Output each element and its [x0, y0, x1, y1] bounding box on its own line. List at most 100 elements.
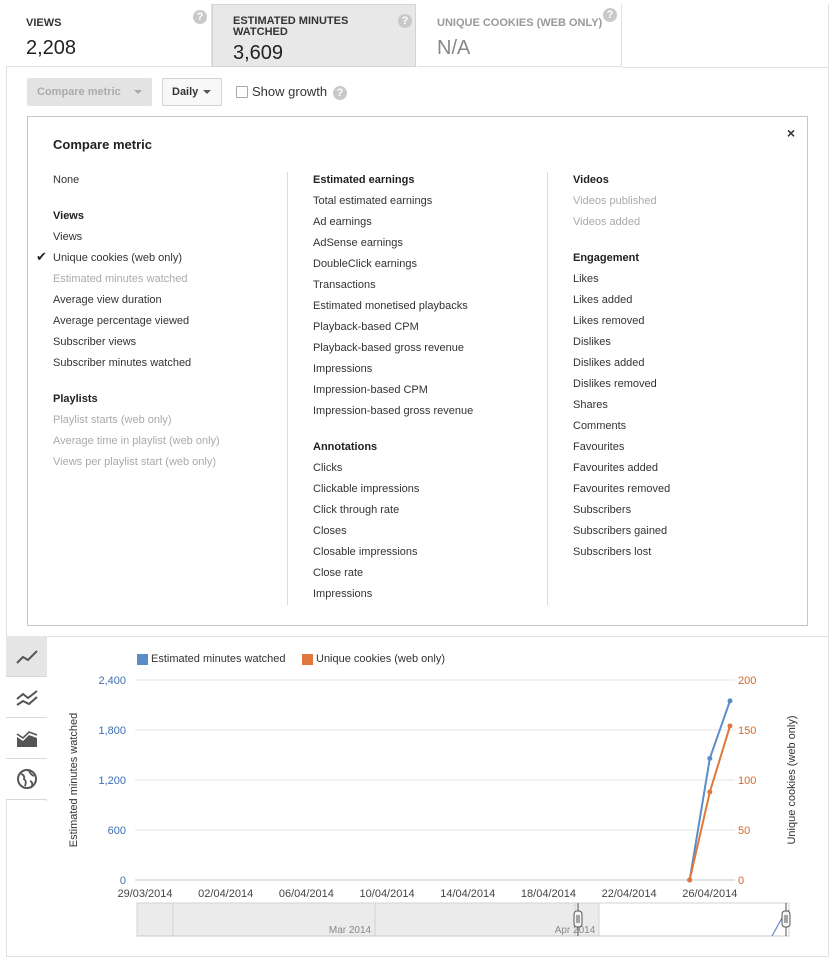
metric-option-none[interactable]: None: [53, 172, 220, 193]
metric-option-ad-earnings[interactable]: Ad earnings: [313, 214, 473, 235]
legend-label-estimated-minutes[interactable]: Estimated minutes watched: [151, 653, 286, 665]
metric-option-label: Favourites removed: [573, 483, 671, 495]
metric-option-dislikes-added[interactable]: Dislikes added: [573, 355, 670, 376]
metric-option-transactions[interactable]: Transactions: [313, 277, 473, 298]
metric-option-dislikes[interactable]: Dislikes: [573, 334, 670, 355]
metric-option-label: Subscribers lost: [573, 546, 652, 558]
metric-option-favourites-removed[interactable]: Favourites removed: [573, 481, 670, 502]
metric-option-label: Ad earnings: [313, 216, 372, 228]
metric-option-label: Unique cookies (web only): [53, 252, 183, 264]
metric-option-label: Total estimated earnings: [313, 195, 433, 207]
metric-option-likes[interactable]: Likes: [573, 271, 670, 292]
metric-option-subscribers-lost[interactable]: Subscribers lost: [573, 544, 670, 565]
metric-option-subscriber-minutes-watched[interactable]: Subscriber minutes watched: [53, 355, 220, 376]
bottom-rule: [6, 956, 829, 957]
metric-option-comments[interactable]: Comments: [573, 418, 670, 439]
metric-option-impression-based-gross-revenue[interactable]: Impression-based gross revenue: [313, 403, 473, 424]
metric-option-label: DoubleClick earnings: [313, 258, 417, 270]
chevron-down-icon: [203, 90, 211, 94]
metric-option-playback-based-cpm[interactable]: Playback-based CPM: [313, 319, 473, 340]
metric-option-closes[interactable]: Closes: [313, 523, 473, 544]
metric-option-label: Likes added: [573, 294, 633, 306]
metric-option-label: Impressions: [313, 363, 373, 375]
metric-column-3: Videos Videos published Videos added Engage…: [573, 172, 670, 565]
metric-option-label: Subscriber views: [53, 336, 137, 348]
chevron-down-icon: [134, 90, 142, 94]
metric-option-adsense-earnings[interactable]: AdSense earnings: [313, 235, 473, 256]
metric-option-playlist-starts-web-only: Playlist starts (web only): [53, 412, 220, 433]
close-icon[interactable]: ×: [787, 125, 795, 141]
show-growth-label[interactable]: Show growth: [252, 84, 327, 99]
metric-option-closable-impressions[interactable]: Closable impressions: [313, 544, 473, 565]
metric-option-clickable-impressions[interactable]: Clickable impressions: [313, 481, 473, 502]
metric-tab-views[interactable]: VIEWS 2,208 ?: [6, 4, 212, 67]
metric-option-likes-removed[interactable]: Likes removed: [573, 313, 670, 334]
help-icon[interactable]: ?: [333, 86, 347, 100]
metric-option-impression-based-cpm[interactable]: Impression-based CPM: [313, 382, 473, 403]
metric-option-label: Average time in playlist (web only): [53, 435, 220, 447]
help-icon[interactable]: ?: [603, 8, 617, 22]
metric-option-label: Average view duration: [53, 294, 162, 306]
section-heading-views: Views: [53, 208, 220, 229]
metric-column-1: None Views Views Unique cookies (web only) ✔…: [36, 172, 220, 475]
metric-option-label: Comments: [573, 420, 627, 432]
metric-option-label: Views per playlist start (web only): [53, 456, 217, 468]
metric-option-label: Engagement: [573, 252, 640, 264]
metric-option-label: Clickable impressions: [313, 483, 420, 495]
compare-metric-button[interactable]: Compare metric: [27, 78, 152, 106]
legend-label-unique-cookies[interactable]: Unique cookies (web only): [316, 653, 445, 665]
metric-tab-estimated-minutes-watched[interactable]: ESTIMATED MINUTES WATCHED 3,609 ?: [212, 4, 416, 67]
metric-tab-label: UNIQUE COOKIES (WEB ONLY): [437, 17, 603, 29]
metric-option-estimated-monetised-playbacks[interactable]: Estimated monetised playbacks: [313, 298, 473, 319]
metric-option-label: Likes removed: [573, 315, 645, 327]
metric-option-impressions[interactable]: Impressions: [313, 361, 473, 382]
map-chart-button[interactable]: [6, 759, 47, 800]
metric-option-label: None: [53, 174, 80, 186]
metric-option-favourites[interactable]: Favourites: [573, 439, 670, 460]
metric-option-dislikes-removed[interactable]: Dislikes removed: [573, 376, 670, 397]
metric-option-average-view-duration[interactable]: Average view duration: [53, 292, 220, 313]
metric-option-label: Dislikes added: [573, 357, 645, 369]
metric-option-label: Close rate: [313, 567, 364, 579]
line-chart-button[interactable]: [6, 636, 47, 677]
metric-option-label: Impressions: [313, 588, 373, 600]
multiline-chart-button[interactable]: [6, 677, 47, 718]
period-dropdown[interactable]: Daily: [162, 78, 222, 106]
metric-tab-label: VIEWS: [26, 17, 62, 29]
metric-option-label: Favourites added: [573, 462, 658, 474]
metric-option-label: Average percentage viewed: [53, 315, 190, 327]
area-chart-button[interactable]: [6, 718, 47, 759]
metric-option-estimated-minutes-watched: Estimated minutes watched: [53, 271, 220, 292]
show-growth-checkbox[interactable]: [236, 86, 248, 98]
line-chart-icon: [16, 650, 38, 664]
metric-option-doubleclick-earnings[interactable]: DoubleClick earnings: [313, 256, 473, 277]
section-heading-playlists: Playlists: [53, 391, 220, 412]
metric-option-likes-added[interactable]: Likes added: [573, 292, 670, 313]
metric-tab-unique-cookies[interactable]: UNIQUE COOKIES (WEB ONLY) N/A ?: [417, 4, 622, 67]
metric-option-click-through-rate[interactable]: Click through rate: [313, 502, 473, 523]
metric-option-subscriber-views[interactable]: Subscriber views: [53, 334, 220, 355]
metric-option-shares[interactable]: Shares: [573, 397, 670, 418]
metric-option-subscribers[interactable]: Subscribers: [573, 502, 670, 523]
metric-option-label: Estimated minutes watched: [53, 273, 188, 285]
multiline-chart-icon: [16, 690, 38, 706]
metric-option-label: Favourites: [573, 441, 625, 453]
metric-option-label: Subscribers gained: [573, 525, 668, 537]
metric-option-clicks[interactable]: Clicks: [313, 460, 473, 481]
metric-option-unique-cookies-web-only[interactable]: Unique cookies (web only) ✔: [36, 249, 220, 271]
metric-option-playback-based-gross-revenue[interactable]: Playback-based gross revenue: [313, 340, 473, 361]
metric-option-total-estimated-earnings[interactable]: Total estimated earnings: [313, 193, 473, 214]
metric-option-impressions[interactable]: Impressions: [313, 586, 473, 607]
metric-option-close-rate[interactable]: Close rate: [313, 565, 473, 586]
help-icon[interactable]: ?: [193, 10, 207, 24]
metric-option-favourites-added[interactable]: Favourites added: [573, 460, 670, 481]
help-icon[interactable]: ?: [398, 14, 412, 28]
metric-option-average-percentage-viewed[interactable]: Average percentage viewed: [53, 313, 220, 334]
checkmark-icon: ✔: [36, 249, 47, 264]
metric-option-label: Subscriber minutes watched: [53, 357, 192, 369]
metric-option-subscribers-gained[interactable]: Subscribers gained: [573, 523, 670, 544]
metric-option-views[interactable]: Views: [53, 229, 220, 250]
